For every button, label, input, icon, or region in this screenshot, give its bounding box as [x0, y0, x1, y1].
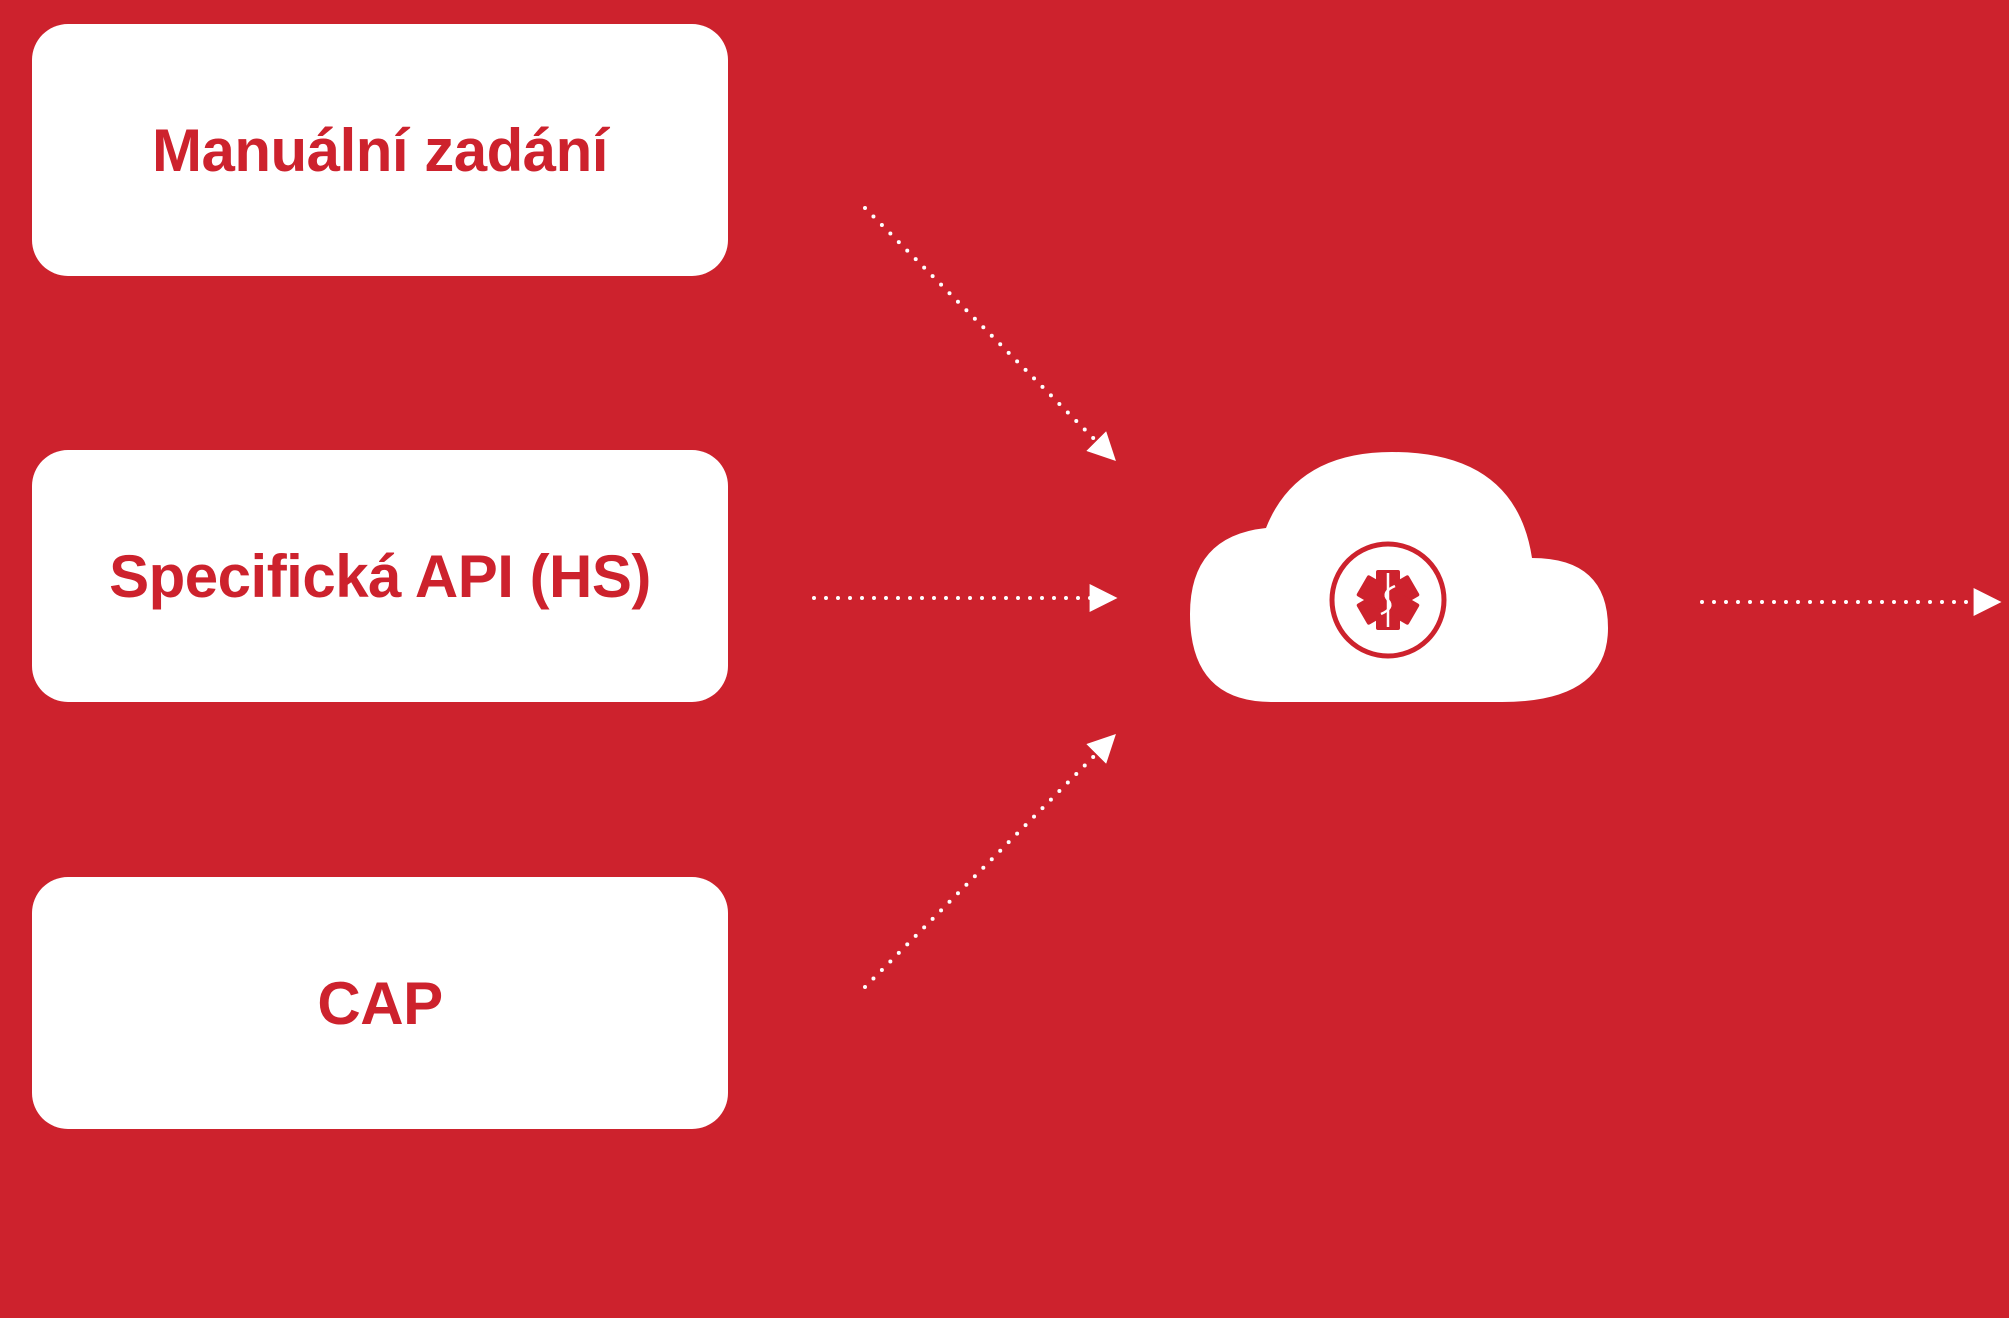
connector-layer: [812, 206, 2002, 989]
arrow-manual-to-cloud: [863, 206, 1116, 461]
arrow-cap-to-cloud: [863, 734, 1116, 989]
diagram-canvas: Manuální zadání Specifická API (HS) CAP: [0, 0, 2009, 1318]
